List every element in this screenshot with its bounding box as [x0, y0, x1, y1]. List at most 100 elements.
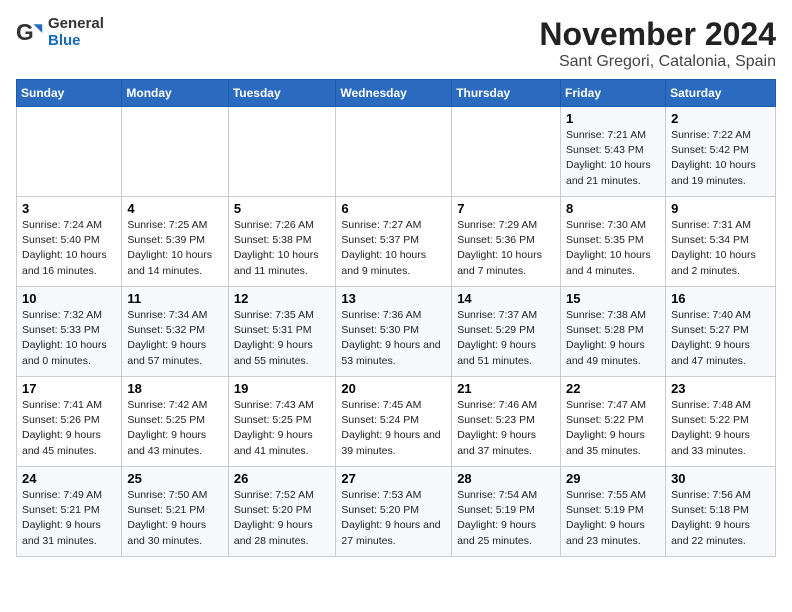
calendar-cell: 14 Sunrise: 7:37 AM Sunset: 5:29 PM Dayli…	[452, 287, 561, 377]
day-number: 26	[234, 471, 331, 486]
day-number: 1	[566, 111, 660, 126]
day-number: 2	[671, 111, 770, 126]
calendar-cell: 28 Sunrise: 7:54 AM Sunset: 5:19 PM Dayli…	[452, 467, 561, 557]
day-info: Sunrise: 7:31 AM Sunset: 5:34 PM Dayligh…	[671, 218, 770, 279]
day-number: 23	[671, 381, 770, 396]
day-info: Sunrise: 7:42 AM Sunset: 5:25 PM Dayligh…	[127, 398, 222, 459]
day-info: Sunrise: 7:30 AM Sunset: 5:35 PM Dayligh…	[566, 218, 660, 279]
day-info: Sunrise: 7:55 AM Sunset: 5:19 PM Dayligh…	[566, 488, 660, 549]
day-number: 8	[566, 201, 660, 216]
day-number: 30	[671, 471, 770, 486]
calendar-cell: 8 Sunrise: 7:30 AM Sunset: 5:35 PM Daylig…	[560, 197, 665, 287]
calendar-cell: 30Sunrise: 7:56 AM Sunset: 5:18 PM Dayli…	[666, 467, 776, 557]
page-header: G General Blue November 2024 Sant Gregor…	[16, 16, 776, 71]
calendar-cell: 11 Sunrise: 7:34 AM Sunset: 5:32 PM Dayli…	[122, 287, 228, 377]
calendar-cell: 21 Sunrise: 7:46 AM Sunset: 5:23 PM Dayli…	[452, 377, 561, 467]
day-number: 20	[341, 381, 446, 396]
calendar-cell: 15 Sunrise: 7:38 AM Sunset: 5:28 PM Dayli…	[560, 287, 665, 377]
calendar-header: SundayMondayTuesdayWednesdayThursdayFrid…	[17, 80, 776, 107]
weekday-header-monday: Monday	[122, 80, 228, 107]
day-info: Sunrise: 7:46 AM Sunset: 5:23 PM Dayligh…	[457, 398, 555, 459]
day-number: 27	[341, 471, 446, 486]
calendar-week-2: 3Sunrise: 7:24 AM Sunset: 5:40 PM Daylig…	[17, 197, 776, 287]
logo-general-text: General	[48, 16, 104, 33]
calendar-week-1: 1 Sunrise: 7:21 AM Sunset: 5:43 PM Daylig…	[17, 107, 776, 197]
logo-blue-text: Blue	[48, 33, 104, 50]
day-info: Sunrise: 7:25 AM Sunset: 5:39 PM Dayligh…	[127, 218, 222, 279]
day-info: Sunrise: 7:22 AM Sunset: 5:42 PM Dayligh…	[671, 128, 770, 189]
calendar-cell: 26Sunrise: 7:52 AM Sunset: 5:20 PM Dayli…	[228, 467, 336, 557]
calendar-cell: 3Sunrise: 7:24 AM Sunset: 5:40 PM Daylig…	[17, 197, 122, 287]
day-number: 21	[457, 381, 555, 396]
weekday-header-sunday: Sunday	[17, 80, 122, 107]
day-info: Sunrise: 7:54 AM Sunset: 5:19 PM Dayligh…	[457, 488, 555, 549]
weekday-header-friday: Friday	[560, 80, 665, 107]
day-number: 17	[22, 381, 116, 396]
calendar-cell	[17, 107, 122, 197]
location-title: Sant Gregori, Catalonia, Spain	[539, 53, 776, 71]
calendar-cell: 2 Sunrise: 7:22 AM Sunset: 5:42 PM Daylig…	[666, 107, 776, 197]
day-info: Sunrise: 7:32 AM Sunset: 5:33 PM Dayligh…	[22, 308, 116, 369]
day-info: Sunrise: 7:29 AM Sunset: 5:36 PM Dayligh…	[457, 218, 555, 279]
weekday-header-tuesday: Tuesday	[228, 80, 336, 107]
day-info: Sunrise: 7:38 AM Sunset: 5:28 PM Dayligh…	[566, 308, 660, 369]
day-info: Sunrise: 7:21 AM Sunset: 5:43 PM Dayligh…	[566, 128, 660, 189]
calendar-cell: 10Sunrise: 7:32 AM Sunset: 5:33 PM Dayli…	[17, 287, 122, 377]
day-info: Sunrise: 7:27 AM Sunset: 5:37 PM Dayligh…	[341, 218, 446, 279]
day-info: Sunrise: 7:35 AM Sunset: 5:31 PM Dayligh…	[234, 308, 331, 369]
calendar-cell: 24 Sunrise: 7:49 AM Sunset: 5:21 PM Dayli…	[17, 467, 122, 557]
day-number: 25	[127, 471, 222, 486]
day-number: 12	[234, 291, 331, 306]
day-info: Sunrise: 7:36 AM Sunset: 5:30 PM Dayligh…	[341, 308, 446, 369]
day-number: 13	[341, 291, 446, 306]
month-title: November 2024	[539, 16, 776, 53]
weekday-header-saturday: Saturday	[666, 80, 776, 107]
weekday-header-thursday: Thursday	[452, 80, 561, 107]
logo-icon: G	[16, 19, 44, 47]
calendar-cell: 29Sunrise: 7:55 AM Sunset: 5:19 PM Dayli…	[560, 467, 665, 557]
calendar-cell: 23Sunrise: 7:48 AM Sunset: 5:22 PM Dayli…	[666, 377, 776, 467]
day-number: 4	[127, 201, 222, 216]
day-number: 15	[566, 291, 660, 306]
day-info: Sunrise: 7:49 AM Sunset: 5:21 PM Dayligh…	[22, 488, 116, 549]
calendar-cell	[336, 107, 452, 197]
calendar-cell: 9 Sunrise: 7:31 AM Sunset: 5:34 PM Daylig…	[666, 197, 776, 287]
day-number: 18	[127, 381, 222, 396]
day-info: Sunrise: 7:45 AM Sunset: 5:24 PM Dayligh…	[341, 398, 446, 459]
calendar-cell	[452, 107, 561, 197]
day-number: 7	[457, 201, 555, 216]
day-info: Sunrise: 7:24 AM Sunset: 5:40 PM Dayligh…	[22, 218, 116, 279]
calendar-cell: 6 Sunrise: 7:27 AM Sunset: 5:37 PM Daylig…	[336, 197, 452, 287]
day-info: Sunrise: 7:34 AM Sunset: 5:32 PM Dayligh…	[127, 308, 222, 369]
day-info: Sunrise: 7:37 AM Sunset: 5:29 PM Dayligh…	[457, 308, 555, 369]
calendar-cell: 12 Sunrise: 7:35 AM Sunset: 5:31 PM Dayli…	[228, 287, 336, 377]
day-number: 22	[566, 381, 660, 396]
day-info: Sunrise: 7:50 AM Sunset: 5:21 PM Dayligh…	[127, 488, 222, 549]
day-number: 6	[341, 201, 446, 216]
day-number: 28	[457, 471, 555, 486]
calendar-cell: 13 Sunrise: 7:36 AM Sunset: 5:30 PM Dayli…	[336, 287, 452, 377]
calendar-cell: 17 Sunrise: 7:41 AM Sunset: 5:26 PM Dayli…	[17, 377, 122, 467]
calendar-cell: 20 Sunrise: 7:45 AM Sunset: 5:24 PM Dayli…	[336, 377, 452, 467]
day-info: Sunrise: 7:43 AM Sunset: 5:25 PM Dayligh…	[234, 398, 331, 459]
day-info: Sunrise: 7:41 AM Sunset: 5:26 PM Dayligh…	[22, 398, 116, 459]
calendar-cell: 16Sunrise: 7:40 AM Sunset: 5:27 PM Dayli…	[666, 287, 776, 377]
day-number: 24	[22, 471, 116, 486]
day-number: 9	[671, 201, 770, 216]
calendar-cell: 18 Sunrise: 7:42 AM Sunset: 5:25 PM Dayli…	[122, 377, 228, 467]
day-number: 14	[457, 291, 555, 306]
day-number: 11	[127, 291, 222, 306]
calendar-cell: 27Sunrise: 7:53 AM Sunset: 5:20 PM Dayli…	[336, 467, 452, 557]
day-info: Sunrise: 7:47 AM Sunset: 5:22 PM Dayligh…	[566, 398, 660, 459]
title-block: November 2024 Sant Gregori, Catalonia, S…	[539, 16, 776, 71]
calendar-cell	[228, 107, 336, 197]
calendar-cell: 19 Sunrise: 7:43 AM Sunset: 5:25 PM Dayli…	[228, 377, 336, 467]
calendar-cell	[122, 107, 228, 197]
calendar-cell: 22 Sunrise: 7:47 AM Sunset: 5:22 PM Dayli…	[560, 377, 665, 467]
day-number: 19	[234, 381, 331, 396]
calendar-table: SundayMondayTuesdayWednesdayThursdayFrid…	[16, 79, 776, 557]
calendar-cell: 5Sunrise: 7:26 AM Sunset: 5:38 PM Daylig…	[228, 197, 336, 287]
day-info: Sunrise: 7:26 AM Sunset: 5:38 PM Dayligh…	[234, 218, 331, 279]
day-info: Sunrise: 7:40 AM Sunset: 5:27 PM Dayligh…	[671, 308, 770, 369]
calendar-cell: 4 Sunrise: 7:25 AM Sunset: 5:39 PM Daylig…	[122, 197, 228, 287]
